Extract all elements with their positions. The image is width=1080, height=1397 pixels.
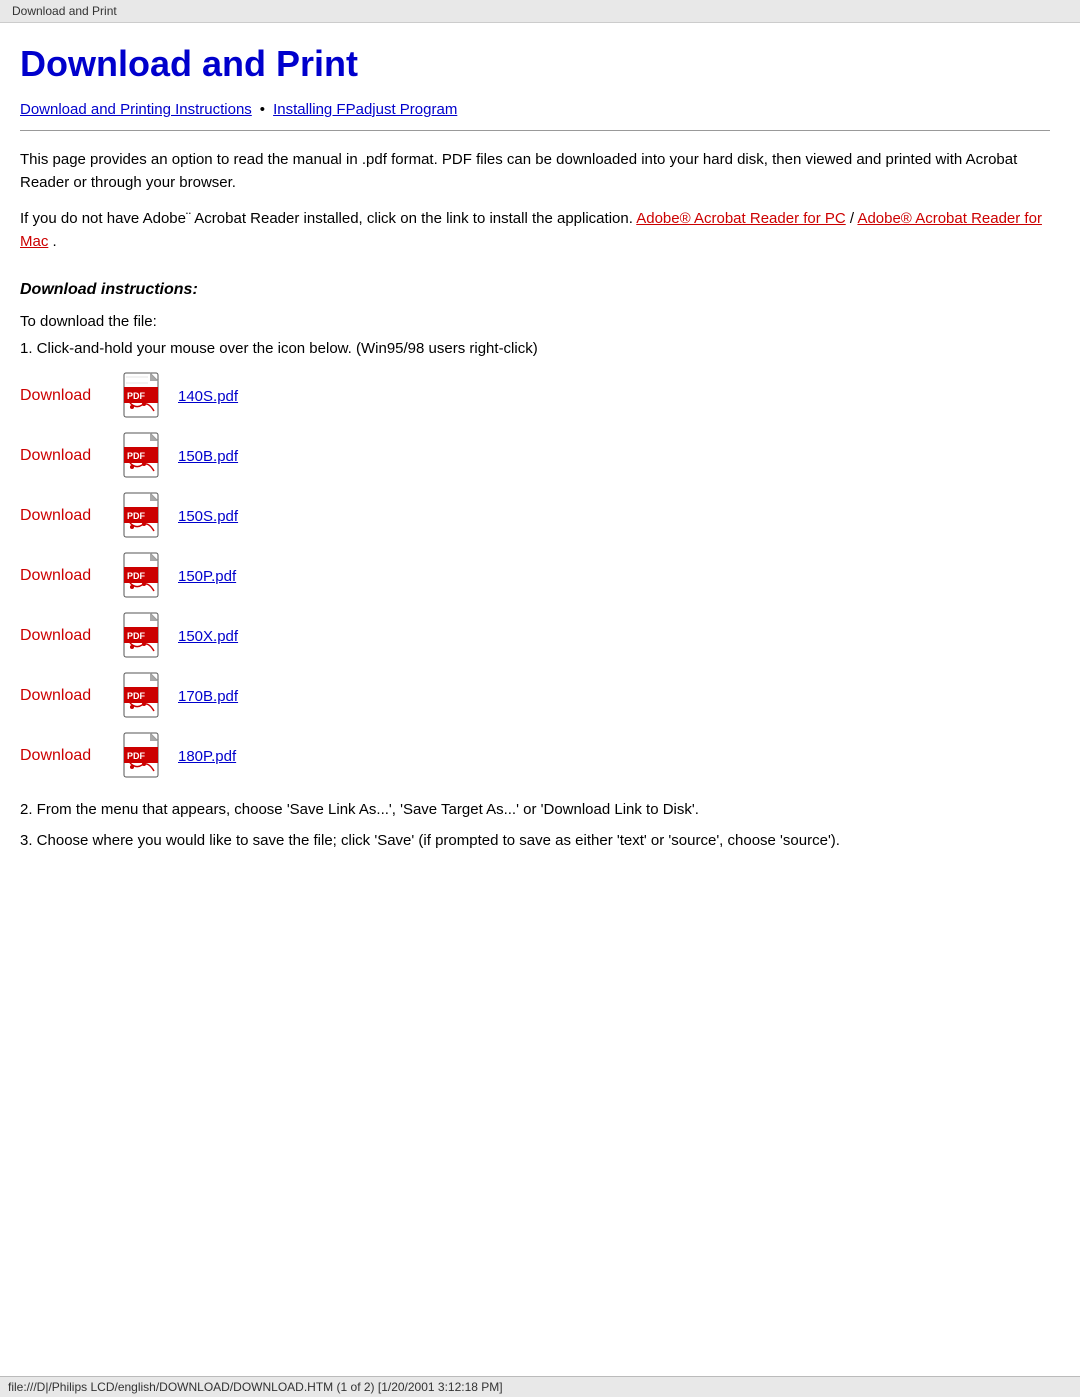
download-label-1: Download <box>20 447 110 465</box>
pdf-link-0[interactable]: 140S.pdf <box>178 388 238 405</box>
pdf-icon-6: PDF <box>122 731 166 781</box>
page-content: Download and Print Download and Printing… <box>0 23 1080 943</box>
list-item: Download PDF 140S.pdf <box>20 371 1050 421</box>
list-item: Download PDF 150B.pdf <box>20 431 1050 481</box>
svg-text:PDF: PDF <box>127 571 146 581</box>
download-label-3: Download <box>20 567 110 585</box>
pdf-icon-3: PDF <box>122 551 166 601</box>
list-item: Download PDF 150X.pdf <box>20 611 1050 661</box>
download-label-6: Download <box>20 747 110 765</box>
to-download-text: To download the file: <box>20 313 1050 330</box>
status-bar-text: file:///D|/Philips LCD/english/DOWNLOAD/… <box>8 1380 503 1394</box>
page-title: Download and Print <box>20 43 1050 85</box>
acrobat-link-pc[interactable]: Adobe® Acrobat Reader for PC <box>636 210 846 227</box>
list-item: Download PDF 180P.pdf <box>20 731 1050 781</box>
step-3-text: 3. Choose where you would like to save t… <box>20 832 1050 849</box>
acrobat-period: . <box>53 233 57 250</box>
svg-text:PDF: PDF <box>127 451 146 461</box>
download-label-2: Download <box>20 507 110 525</box>
pdf-icon-5: PDF <box>122 671 166 721</box>
svg-text:PDF: PDF <box>127 391 146 401</box>
download-label-0: Download <box>20 387 110 405</box>
pdf-link-1[interactable]: 150B.pdf <box>178 448 238 465</box>
step-1-text: 1. Click-and-hold your mouse over the ic… <box>20 340 1050 357</box>
pdf-link-4[interactable]: 150X.pdf <box>178 628 238 645</box>
download-label-5: Download <box>20 687 110 705</box>
pdf-link-6[interactable]: 180P.pdf <box>178 748 236 765</box>
section-heading: Download instructions: <box>20 281 1050 299</box>
acrobat-paragraph: If you do not have Adobe¨ Acrobat Reader… <box>20 208 1050 253</box>
nav-links: Download and Printing Instructions • Ins… <box>20 101 1050 118</box>
download-list: Download PDF 140S.pdf <box>20 371 1050 781</box>
svg-text:PDF: PDF <box>127 691 146 701</box>
browser-tab: Download and Print <box>0 0 1080 23</box>
pdf-icon-2: PDF <box>122 491 166 541</box>
status-bar: file:///D|/Philips LCD/english/DOWNLOAD/… <box>0 1376 1080 1397</box>
pdf-icon-1: PDF <box>122 431 166 481</box>
intro-paragraph: This page provides an option to read the… <box>20 149 1050 194</box>
download-label-4: Download <box>20 627 110 645</box>
browser-tab-title: Download and Print <box>12 4 117 18</box>
pdf-icon-4: PDF <box>122 611 166 661</box>
nav-link-download-instructions[interactable]: Download and Printing Instructions <box>20 101 252 118</box>
pdf-link-5[interactable]: 170B.pdf <box>178 688 238 705</box>
nav-separator: • <box>260 101 265 118</box>
list-item: Download PDF 150S.pdf <box>20 491 1050 541</box>
pdf-link-2[interactable]: 150S.pdf <box>178 508 238 525</box>
step-2-text: 2. From the menu that appears, choose 'S… <box>20 801 1050 818</box>
list-item: Download PDF 170B.pdf <box>20 671 1050 721</box>
acrobat-text-before: If you do not have Adobe¨ Acrobat Reader… <box>20 210 633 227</box>
pdf-icon-0: PDF <box>122 371 166 421</box>
pdf-link-3[interactable]: 150P.pdf <box>178 568 236 585</box>
svg-text:PDF: PDF <box>127 631 146 641</box>
svg-text:PDF: PDF <box>127 511 146 521</box>
svg-text:PDF: PDF <box>127 751 146 761</box>
list-item: Download PDF 150P.pdf <box>20 551 1050 601</box>
divider <box>20 130 1050 131</box>
nav-link-fpadjust[interactable]: Installing FPadjust Program <box>273 101 457 118</box>
